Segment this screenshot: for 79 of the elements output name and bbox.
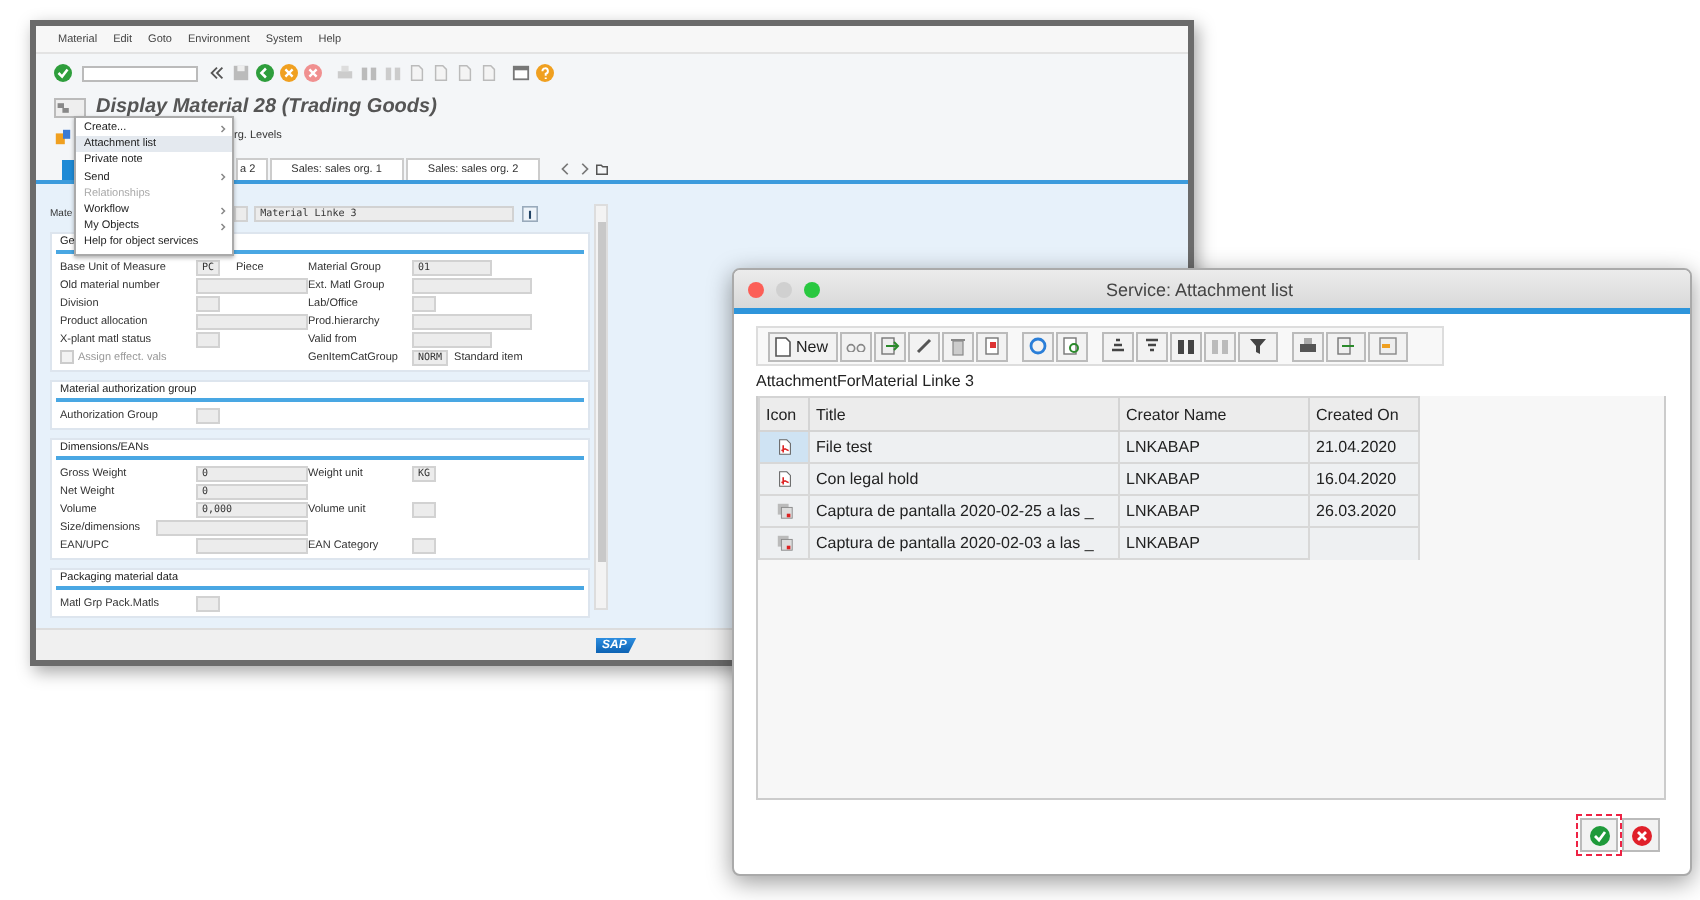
table-cell: File test xyxy=(809,431,1119,463)
minimize-button[interactable] xyxy=(776,281,792,297)
folder-icon[interactable] xyxy=(596,162,608,176)
sort-descending-icon[interactable] xyxy=(1136,331,1169,361)
pencil-icon[interactable] xyxy=(908,331,941,361)
exit-icon[interactable] xyxy=(280,64,298,82)
input-field[interactable] xyxy=(196,537,308,553)
input-field[interactable] xyxy=(196,277,308,293)
cancel-icon xyxy=(1631,825,1651,845)
document-icon[interactable] xyxy=(976,331,1009,361)
table-cell[interactable] xyxy=(759,527,809,559)
window-icon[interactable] xyxy=(512,64,530,82)
table-cell: Con legal hold xyxy=(809,463,1119,495)
pdf-file-icon xyxy=(775,438,793,456)
check-icon[interactable] xyxy=(54,64,72,82)
input-field[interactable] xyxy=(196,595,220,611)
image-file-icon xyxy=(775,502,793,520)
chevron-icon xyxy=(220,172,226,183)
table-cell: 26.03.2020 xyxy=(1309,495,1419,527)
input-field[interactable] xyxy=(196,407,220,423)
input-field[interactable] xyxy=(196,313,308,329)
table-cell: 21.04.2020 xyxy=(1309,431,1419,463)
input-field[interactable] xyxy=(196,295,220,311)
image-file-icon xyxy=(775,534,793,552)
table-cell: Captura de pantalla 2020-02-03 a las _ xyxy=(809,527,1119,559)
column-header[interactable]: Icon xyxy=(759,397,809,431)
input-field[interactable] xyxy=(412,295,436,311)
input-field[interactable] xyxy=(412,277,532,293)
window-title: Display Material 28 (Trading Goods) xyxy=(96,96,437,118)
save-icon[interactable] xyxy=(232,64,250,82)
object-services-button[interactable] xyxy=(54,97,86,117)
input-field[interactable] xyxy=(196,331,220,347)
column-header[interactable]: Created On xyxy=(1309,397,1419,431)
cancel-icon[interactable] xyxy=(304,64,322,82)
table-cell: Captura de pantalla 2020-02-25 a las _ xyxy=(809,495,1119,527)
table-cell: LNKABAP xyxy=(1119,431,1309,463)
layout-icon[interactable] xyxy=(1368,331,1409,361)
window-title: Service: Attachment list xyxy=(1106,279,1294,299)
table-cell: 16.04.2020 xyxy=(1309,463,1419,495)
table-cell[interactable] xyxy=(759,431,809,463)
list-caption: AttachmentForMaterial Linke 3 xyxy=(756,370,976,394)
column-header[interactable]: Creator Name xyxy=(1119,397,1309,431)
table-cell[interactable] xyxy=(759,495,809,527)
material-field[interactable] xyxy=(234,206,249,222)
table-cell: LNKABAP xyxy=(1119,527,1309,559)
command-field[interactable] xyxy=(82,65,198,81)
print-icon[interactable] xyxy=(1292,331,1325,361)
import-icon[interactable] xyxy=(874,331,907,361)
filter-icon[interactable] xyxy=(1238,331,1279,361)
glasses-icon[interactable] xyxy=(840,331,873,361)
double-chevron-icon[interactable] xyxy=(208,64,226,82)
cube-icon[interactable] xyxy=(54,127,72,145)
table-cell: LNKABAP xyxy=(1119,495,1309,527)
ok-button[interactable] xyxy=(1580,818,1618,852)
boxes-icon xyxy=(56,99,72,115)
table-cell[interactable] xyxy=(759,463,809,495)
input-field[interactable] xyxy=(412,313,532,329)
sort-ascending-icon[interactable] xyxy=(1102,331,1135,361)
input-field[interactable] xyxy=(412,537,436,553)
back-icon[interactable] xyxy=(256,64,274,82)
zoom-icon[interactable] xyxy=(1056,331,1089,361)
new-button[interactable]: New xyxy=(768,331,839,361)
check-icon xyxy=(1589,825,1609,845)
input-field[interactable] xyxy=(155,519,308,535)
input-field[interactable] xyxy=(412,501,436,517)
scrollbar[interactable] xyxy=(594,204,608,610)
zoom-button[interactable] xyxy=(804,281,820,297)
input-field[interactable] xyxy=(412,331,492,347)
chevron-icon xyxy=(220,123,226,134)
cancel-button[interactable] xyxy=(1622,818,1660,852)
info-icon[interactable] xyxy=(522,206,539,222)
column-header[interactable]: Title xyxy=(809,397,1119,431)
document-icon xyxy=(774,335,792,357)
help-icon[interactable] xyxy=(536,64,554,82)
pdf-file-icon xyxy=(775,470,793,488)
table-cell: LNKABAP xyxy=(1119,463,1309,495)
close-button[interactable] xyxy=(748,281,764,297)
trash-icon[interactable] xyxy=(942,331,975,361)
export-icon[interactable] xyxy=(1326,331,1367,361)
